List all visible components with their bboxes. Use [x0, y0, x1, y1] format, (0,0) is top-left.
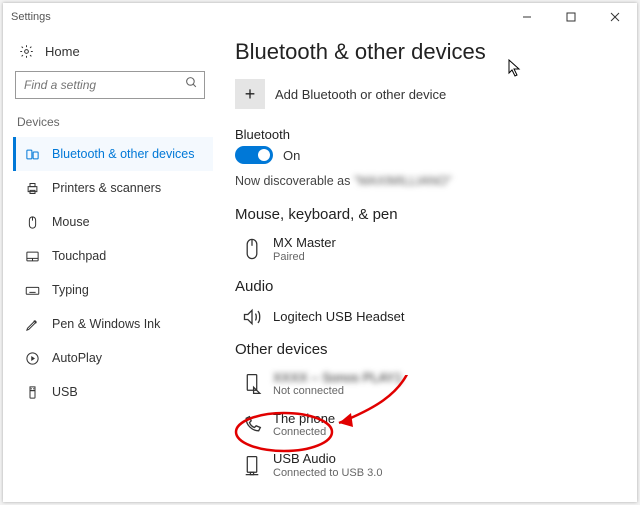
sidebar-category: Devices: [17, 115, 213, 129]
bluetooth-state: On: [283, 148, 300, 163]
maximize-button[interactable]: [549, 3, 593, 31]
sidebar-item-usb[interactable]: USB: [13, 375, 213, 409]
usb-icon: [22, 385, 42, 400]
bluetooth-toggle[interactable]: [235, 146, 273, 164]
section-other-devices: Other devices: [235, 341, 625, 358]
device-mx-master[interactable]: MX Master Paired: [235, 231, 625, 272]
add-device-label: Add Bluetooth or other device: [275, 87, 446, 102]
mouse-cursor: [508, 59, 522, 77]
device-name: The phone: [273, 411, 335, 427]
phone-handset-icon: [239, 415, 265, 435]
plus-icon: +: [235, 79, 265, 109]
sidebar-item-label: Pen & Windows Ink: [52, 317, 160, 331]
device-name: XXXX – Sonos PLAY1: [273, 370, 402, 386]
section-audio: Audio: [235, 278, 625, 295]
device-status: Connected: [273, 426, 335, 439]
sidebar-item-typing[interactable]: Typing: [13, 273, 213, 307]
sidebar-item-label: AutoPlay: [52, 351, 102, 365]
device-name: MX Master: [273, 235, 336, 251]
add-device-row[interactable]: + Add Bluetooth or other device: [235, 79, 625, 109]
mouse-icon: [22, 215, 42, 230]
sidebar-item-printers[interactable]: Printers & scanners: [13, 171, 213, 205]
home-label: Home: [45, 44, 80, 59]
sidebar-item-label: Touchpad: [52, 249, 106, 263]
minimize-button[interactable]: [505, 3, 549, 31]
pen-icon: [22, 317, 42, 332]
device-the-phone[interactable]: The phone Connected: [235, 407, 625, 448]
device-logitech-headset[interactable]: Logitech USB Headset: [235, 303, 625, 335]
page-title: Bluetooth & other devices: [235, 39, 625, 65]
device-generic-icon: [239, 373, 265, 395]
device-status: Not connected: [273, 385, 402, 398]
printer-icon: [22, 181, 42, 196]
device-status: Paired: [273, 251, 336, 264]
home-nav[interactable]: Home: [17, 37, 213, 65]
touchpad-icon: [22, 249, 42, 264]
autoplay-icon: [22, 351, 42, 366]
usb-device-icon: [239, 455, 265, 477]
sidebar-item-label: USB: [52, 385, 78, 399]
discoverable-text: Now discoverable as "MAXIMILLIANO": [235, 174, 625, 188]
device-other-1[interactable]: XXXX – Sonos PLAY1 Not connected: [235, 366, 625, 407]
device-usb-audio[interactable]: USB Audio Connected to USB 3.0: [235, 447, 625, 488]
search-box[interactable]: [15, 71, 205, 99]
close-button[interactable]: [593, 3, 637, 31]
sidebar-item-label: Printers & scanners: [52, 181, 161, 195]
search-input[interactable]: [22, 77, 185, 93]
sidebar-item-mouse[interactable]: Mouse: [13, 205, 213, 239]
device-name: USB Audio: [273, 451, 382, 467]
bluetooth-devices-icon: [22, 147, 42, 162]
device-name: Logitech USB Headset: [273, 309, 405, 325]
mouse-device-icon: [239, 237, 265, 261]
speaker-icon: [239, 307, 265, 327]
keyboard-icon: [22, 283, 42, 298]
sidebar-item-pen[interactable]: Pen & Windows Ink: [13, 307, 213, 341]
bluetooth-label: Bluetooth: [235, 127, 625, 142]
device-status: Connected to USB 3.0: [273, 467, 382, 480]
sidebar-item-label: Typing: [52, 283, 89, 297]
sidebar-item-bluetooth[interactable]: Bluetooth & other devices: [13, 137, 213, 171]
search-icon: [185, 76, 198, 94]
sidebar-item-touchpad[interactable]: Touchpad: [13, 239, 213, 273]
gear-icon: [17, 44, 35, 59]
sidebar: Home Devices Bluetooth & other devices: [3, 31, 213, 502]
sidebar-item-label: Bluetooth & other devices: [52, 147, 194, 161]
sidebar-item-label: Mouse: [52, 215, 90, 229]
sidebar-item-autoplay[interactable]: AutoPlay: [13, 341, 213, 375]
titlebar: Settings: [3, 3, 637, 31]
main-content: Bluetooth & other devices + Add Bluetoot…: [213, 31, 637, 502]
window-title: Settings: [11, 11, 51, 23]
section-mouse-keyboard: Mouse, keyboard, & pen: [235, 206, 625, 223]
